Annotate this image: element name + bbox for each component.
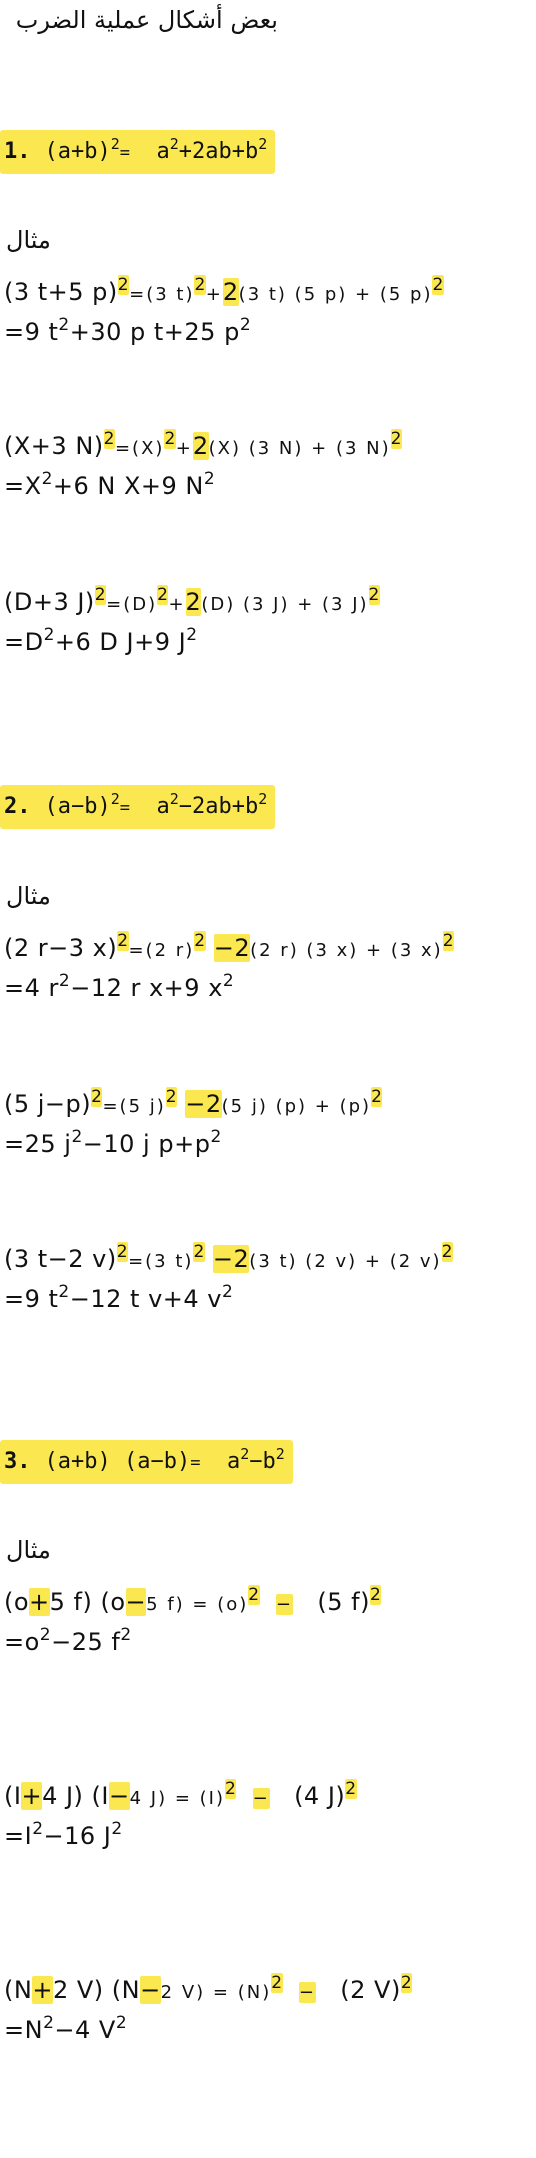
example-line: (o+5 f) (o−5 f) = (o)2 − (5 f)2 [4,1585,382,1616]
example-line: (3 t+5 p)2=(3 t)2+2(3 t) (5 p) + (5 p)2 [4,275,444,306]
example-result: =25 j2−10 j p+p2 [4,1127,222,1159]
formula-3: 3. (a+b) (a−b)= a2−b2 [0,1440,293,1484]
example-line: (2 r−3 x)2=(2 r)2 −2(2 r) (3 x) + (3 x)2 [4,931,455,962]
formula-number: 2. [4,794,31,819]
formula-1: 1. (a+b)2= a2+2ab+b2 [0,130,276,174]
example-line: (5 j−p)2=(5 j)2 −2(5 j) (p) + (p)2 [4,1087,383,1118]
example-result: =I2−16 J2 [4,1819,123,1851]
formula-number: 3. [4,1449,31,1474]
example-label: مثال [6,1536,51,1564]
example-result: =o2−25 f2 [4,1625,132,1657]
example-result: =X2+6 N X+9 N2 [4,469,216,501]
example-label: مثال [6,226,51,254]
example-result: =9 t2−12 t v+4 v2 [4,1282,234,1314]
example-line: (I+4 J) (I−4 J) = (I)2 − (4 J)2 [4,1779,357,1810]
example-label: مثال [6,882,51,910]
example-result: =N2−4 V2 [4,2013,128,2045]
formula-number: 1. [4,139,31,164]
example-line: (3 t−2 v)2=(3 t)2 −2(3 t) (2 v) + (2 v)2 [4,1242,453,1273]
formula-2: 2. (a−b)2= a2−2ab+b2 [0,785,276,829]
example-result: =4 r2−12 r x+9 x2 [4,971,235,1003]
example-line: (D+3 J)2=(D)2+2(D) (3 J) + (3 J)2 [4,585,380,616]
example-result: =9 t2+30 p t+25 p2 [4,315,252,347]
example-line: (N+2 V) (N−2 V) = (N)2 − (2 V)2 [4,1973,413,2004]
example-line: (X+3 N)2=(X)2+2(X) (3 N) + (3 N)2 [4,429,402,460]
example-result: =D2+6 D J+9 J2 [4,625,198,657]
page-title: بعض أشكال عملية الضرب [15,6,278,34]
